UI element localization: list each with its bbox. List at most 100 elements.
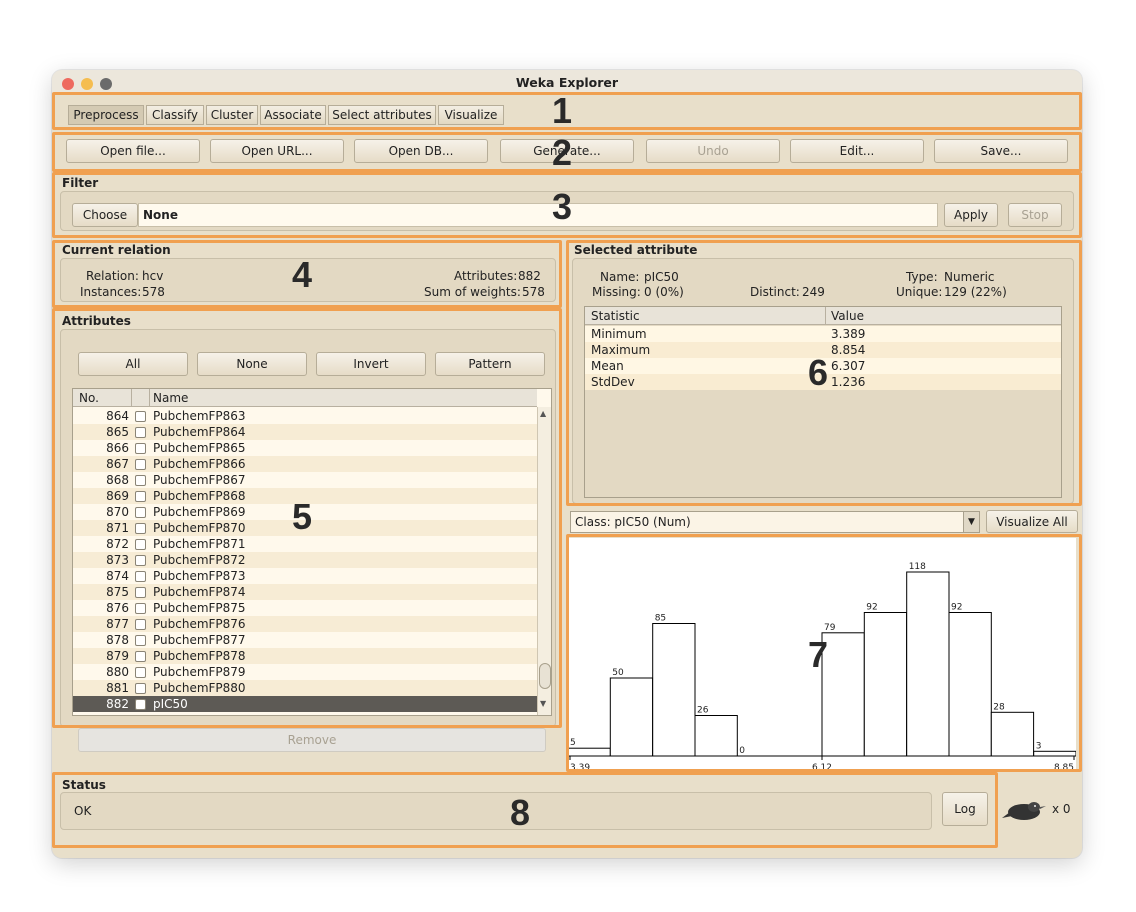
- histogram-bar-label: 79: [824, 623, 836, 633]
- filter-stop-button[interactable]: Stop: [1008, 203, 1062, 227]
- attribute-checkbox[interactable]: [135, 523, 146, 534]
- attribute-checkbox[interactable]: [135, 651, 146, 662]
- attribute-number: 870: [106, 505, 129, 519]
- attribute-checkbox[interactable]: [135, 507, 146, 518]
- attribute-row[interactable]: 868 PubchemFP867: [73, 472, 537, 488]
- attribute-row[interactable]: 881 PubchemFP880: [73, 680, 537, 696]
- select-all-button[interactable]: All: [78, 352, 188, 376]
- histogram-bar-label: 28: [993, 702, 1005, 712]
- zoom-window-button[interactable]: [100, 78, 112, 90]
- attribute-name: PubchemFP877: [153, 633, 246, 647]
- filter-apply-button[interactable]: Apply: [944, 203, 998, 227]
- attribute-row[interactable]: 875 PubchemFP874: [73, 584, 537, 600]
- sel-type-label: Type:: [906, 270, 938, 284]
- filter-value-field[interactable]: None: [138, 203, 938, 227]
- histogram-bar: [609, 677, 654, 757]
- chevron-down-icon[interactable]: ▼: [963, 512, 979, 532]
- attribute-number: 869: [106, 489, 129, 503]
- histogram-bar: [652, 623, 696, 757]
- attribute-checkbox[interactable]: [135, 667, 146, 678]
- column-header-name[interactable]: Name: [153, 391, 188, 405]
- sel-unique-label: Unique:: [896, 285, 943, 299]
- attribute-row[interactable]: 878 PubchemFP877: [73, 632, 537, 648]
- scrollbar-thumb[interactable]: [539, 663, 551, 689]
- instances-value: 578: [142, 285, 165, 299]
- remove-button[interactable]: Remove: [78, 728, 546, 752]
- attribute-checkbox[interactable]: [135, 603, 146, 614]
- attribute-row[interactable]: 874 PubchemFP873: [73, 568, 537, 584]
- attribute-checkbox[interactable]: [135, 539, 146, 550]
- attribute-row[interactable]: 880 PubchemFP879: [73, 664, 537, 680]
- invert-selection-button[interactable]: Invert: [316, 352, 426, 376]
- statistics-table[interactable]: Statistic Value Minimum 3.389 Maximum 8.…: [584, 306, 1062, 498]
- attribute-checkbox[interactable]: [135, 443, 146, 454]
- attributes-table-header: No. Name: [73, 389, 537, 407]
- attribute-checkbox[interactable]: [135, 635, 146, 646]
- attribute-row[interactable]: 864 PubchemFP863: [73, 408, 537, 424]
- weka-bird-icon[interactable]: [1002, 794, 1046, 826]
- attribute-checkbox[interactable]: [135, 491, 146, 502]
- attribute-name: PubchemFP873: [153, 569, 246, 583]
- minimize-window-button[interactable]: [81, 78, 93, 90]
- visualize-all-button[interactable]: Visualize All: [986, 510, 1078, 533]
- class-select[interactable]: Class: pIC50 (Num) ▼: [570, 511, 980, 533]
- histogram-bar: [821, 632, 865, 757]
- pattern-button[interactable]: Pattern: [435, 352, 545, 376]
- tab-select-attributes[interactable]: Select attributes: [328, 105, 436, 125]
- attribute-name: PubchemFP865: [153, 441, 246, 455]
- attribute-number: 879: [106, 649, 129, 663]
- attribute-row[interactable]: 879 PubchemFP878: [73, 648, 537, 664]
- sel-missing-value: 0 (0%): [644, 285, 684, 299]
- open-db-button[interactable]: Open DB...: [354, 139, 488, 163]
- class-select-value: Class: pIC50 (Num): [575, 515, 691, 529]
- column-header-no[interactable]: No.: [79, 391, 99, 405]
- stat-name: StdDev: [591, 375, 635, 389]
- attribute-row[interactable]: 876 PubchemFP875: [73, 600, 537, 616]
- attribute-checkbox[interactable]: [135, 427, 146, 438]
- edit-button[interactable]: Edit...: [790, 139, 924, 163]
- attribute-name: PubchemFP867: [153, 473, 246, 487]
- attribute-checkbox[interactable]: [135, 555, 146, 566]
- log-button[interactable]: Log: [942, 792, 988, 826]
- attribute-checkbox[interactable]: [135, 571, 146, 582]
- attribute-name: PubchemFP868: [153, 489, 246, 503]
- attribute-row[interactable]: 872 PubchemFP871: [73, 536, 537, 552]
- tab-cluster[interactable]: Cluster: [206, 105, 258, 125]
- attribute-checkbox[interactable]: [135, 587, 146, 598]
- attribute-checkbox[interactable]: [135, 411, 146, 422]
- attributes-table[interactable]: No. Name 864 PubchemFP863 865 PubchemFP864 8…: [72, 388, 552, 716]
- attribute-number: 880: [106, 665, 129, 679]
- undo-button[interactable]: Undo: [646, 139, 780, 163]
- tab-preprocess[interactable]: Preprocess: [68, 105, 144, 125]
- attribute-number: 864: [106, 409, 129, 423]
- attribute-checkbox[interactable]: [135, 699, 146, 710]
- column-header-statistic[interactable]: Statistic: [591, 309, 640, 323]
- open-url-button[interactable]: Open URL...: [210, 139, 344, 163]
- attribute-row[interactable]: 873 PubchemFP872: [73, 552, 537, 568]
- attribute-row[interactable]: 877 PubchemFP876: [73, 616, 537, 632]
- stat-name: Minimum: [591, 327, 647, 341]
- select-none-button[interactable]: None: [197, 352, 307, 376]
- window-title: Weka Explorer: [515, 75, 619, 90]
- tab-classify[interactable]: Classify: [146, 105, 204, 125]
- histogram-bar-label: 50: [612, 668, 624, 678]
- attribute-row[interactable]: 866 PubchemFP865: [73, 440, 537, 456]
- callout-3: 3: [552, 186, 573, 227]
- attribute-checkbox[interactable]: [135, 619, 146, 630]
- column-header-value[interactable]: Value: [831, 309, 864, 323]
- filter-choose-button[interactable]: Choose: [72, 203, 138, 227]
- open-file-button[interactable]: Open file...: [66, 139, 200, 163]
- tab-associate[interactable]: Associate: [260, 105, 326, 125]
- attribute-checkbox[interactable]: [135, 683, 146, 694]
- close-window-button[interactable]: [62, 78, 74, 90]
- attribute-row[interactable]: 882 pIC50: [73, 696, 537, 712]
- save-button[interactable]: Save...: [934, 139, 1068, 163]
- attribute-row[interactable]: 867 PubchemFP866: [73, 456, 537, 472]
- statistics-table-header: Statistic Value: [585, 307, 1061, 325]
- attributes-scrollbar[interactable]: ▲ ▼: [537, 407, 551, 715]
- tab-visualize[interactable]: Visualize: [438, 105, 504, 125]
- attribute-checkbox[interactable]: [135, 475, 146, 486]
- attribute-row[interactable]: 865 PubchemFP864: [73, 424, 537, 440]
- attribute-number: 868: [106, 473, 129, 487]
- attribute-checkbox[interactable]: [135, 459, 146, 470]
